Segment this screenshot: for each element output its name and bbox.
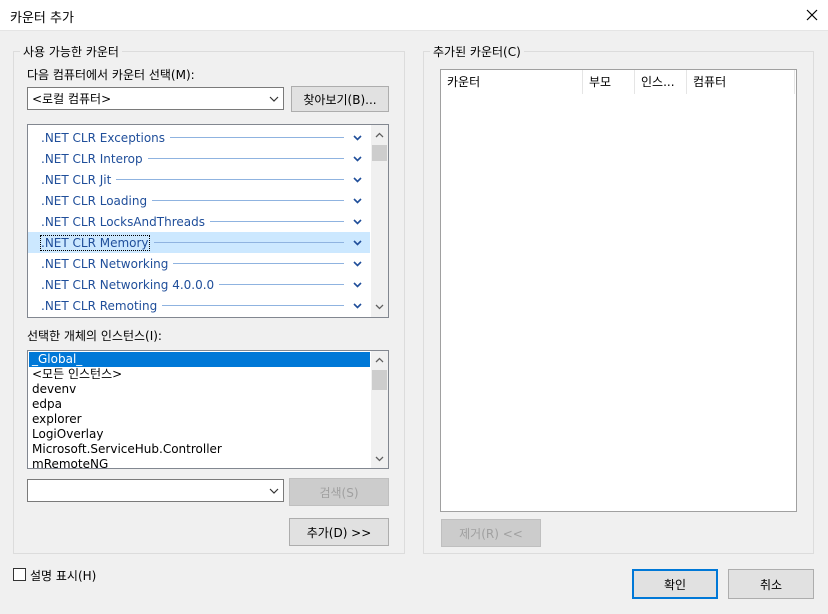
- column-header[interactable]: 부모: [583, 70, 635, 94]
- available-counters-label: 사용 가능한 카운터: [20, 43, 122, 60]
- divider: [170, 137, 344, 138]
- instance-item[interactable]: explorer: [29, 412, 370, 427]
- scroll-up-arrow-icon[interactable]: [375, 132, 384, 138]
- chevron-down-icon: [352, 155, 362, 162]
- remove-button[interactable]: 제거(R) <<: [441, 519, 541, 547]
- chevron-down-icon: [352, 302, 362, 309]
- chevron-down-icon: [352, 218, 362, 225]
- cancel-button[interactable]: 취소: [728, 569, 814, 599]
- counter-object-item[interactable]: .NET CLR Exceptions: [28, 127, 370, 148]
- expand-chevron-button[interactable]: [350, 281, 364, 288]
- computer-select-label: 다음 컴퓨터에서 카운터 선택(M):: [27, 68, 195, 82]
- object-list-scrollbar[interactable]: [371, 125, 388, 317]
- computer-combobox[interactable]: <로컬 컴퓨터>: [27, 87, 284, 110]
- counter-object-item[interactable]: .NET CLR Memory: [28, 232, 370, 253]
- counter-object-item[interactable]: .NET CLR Loading: [28, 190, 370, 211]
- counter-object-label: .NET CLR Interop: [41, 151, 143, 166]
- instance-item[interactable]: LogiOverlay: [29, 427, 370, 442]
- chevron-down-icon: [352, 260, 362, 267]
- instances-label: 선택한 개체의 인스턴스(I):: [27, 329, 162, 343]
- chevron-down-icon: [352, 134, 362, 141]
- scroll-up-arrow-icon[interactable]: [375, 357, 384, 363]
- show-description-label[interactable]: 설명 표시(H): [30, 567, 96, 584]
- divider: [152, 200, 344, 201]
- scroll-thumb[interactable]: [372, 370, 387, 390]
- counter-object-item[interactable]: .NET CLR Networking: [28, 253, 370, 274]
- search-button[interactable]: 검색(S): [289, 478, 389, 506]
- expand-chevron-button[interactable]: [350, 239, 364, 246]
- expand-chevron-button[interactable]: [350, 218, 364, 225]
- expand-chevron-button[interactable]: [350, 302, 364, 309]
- expand-chevron-button[interactable]: [350, 260, 364, 267]
- counter-object-label: .NET CLR LocksAndThreads: [41, 214, 205, 229]
- instance-item[interactable]: edpa: [29, 397, 370, 412]
- instance-item[interactable]: _Global_: [29, 352, 370, 367]
- title-bar: 카운터 추가: [0, 0, 828, 31]
- instance-item[interactable]: devenv: [29, 382, 370, 397]
- scroll-down-arrow-icon[interactable]: [375, 304, 384, 310]
- counter-object-item[interactable]: .NET CLR Remoting: [28, 295, 370, 316]
- counter-object-label: .NET CLR Loading: [41, 193, 148, 208]
- divider: [173, 263, 344, 264]
- counter-object-item[interactable]: .NET CLR Networking 4.0.0.0: [28, 274, 370, 295]
- counter-object-label: .NET CLR Networking: [41, 256, 169, 271]
- column-header[interactable]: 인스...: [635, 70, 687, 94]
- chevron-down-icon: [269, 96, 279, 102]
- browse-button[interactable]: 찾아보기(B)...: [291, 86, 389, 112]
- window-title: 카운터 추가: [10, 11, 74, 26]
- counter-object-item[interactable]: .NET CLR Interop: [28, 148, 370, 169]
- counter-object-item[interactable]: .NET CLR Jit: [28, 169, 370, 190]
- show-description-checkbox[interactable]: [13, 568, 26, 581]
- column-header[interactable]: 카운터: [441, 70, 583, 94]
- counter-object-label: .NET CLR Exceptions: [41, 130, 166, 145]
- instance-item[interactable]: mRemoteNG: [29, 457, 370, 468]
- counter-object-label: .NET CLR Jit: [41, 172, 112, 187]
- divider: [147, 158, 344, 159]
- column-header[interactable]: 컴퓨터: [687, 70, 795, 94]
- counter-object-label: .NET CLR Memory: [40, 234, 150, 251]
- instance-item[interactable]: Microsoft.ServiceHub.Controller: [29, 442, 370, 457]
- counter-object-label: .NET CLR Remoting: [41, 298, 158, 313]
- expand-chevron-button[interactable]: [350, 155, 364, 162]
- scroll-down-arrow-icon[interactable]: [375, 456, 384, 462]
- chevron-down-icon: [352, 197, 362, 204]
- ok-button[interactable]: 확인: [632, 569, 718, 599]
- counter-object-list[interactable]: .NET CLR Remoting .NET CLR Networking 4.0…: [27, 124, 389, 318]
- expand-chevron-button[interactable]: [350, 134, 364, 141]
- add-button[interactable]: 추가(D) >>: [289, 518, 389, 546]
- expand-chevron-button[interactable]: [350, 197, 364, 204]
- instance-list-scrollbar[interactable]: [371, 351, 388, 468]
- divider: [219, 284, 344, 285]
- column-header-row: 카운터 부모 인스... 컴퓨터: [441, 70, 796, 94]
- search-combobox[interactable]: [27, 479, 284, 502]
- chevron-down-icon: [269, 488, 279, 494]
- expand-chevron-button[interactable]: [350, 176, 364, 183]
- divider: [116, 179, 344, 180]
- chevron-down-icon: [352, 239, 362, 246]
- chevron-down-icon: [352, 176, 362, 183]
- computer-value: <로컬 컴퓨터>: [32, 92, 112, 106]
- divider: [210, 221, 344, 222]
- scroll-thumb[interactable]: [372, 145, 387, 161]
- counter-object-item[interactable]: .NET CLR LocksAndThreads: [28, 211, 370, 232]
- close-icon: [806, 9, 818, 21]
- chevron-down-icon: [352, 281, 362, 288]
- divider: [162, 305, 344, 306]
- counter-object-label: .NET CLR Networking 4.0.0.0: [41, 277, 215, 292]
- divider: [153, 242, 344, 243]
- instance-list[interactable]: mRemoteNG Microsoft.ServiceHub.Controller…: [27, 350, 389, 469]
- added-counters-label: 추가된 카운터(C): [430, 43, 524, 60]
- close-button[interactable]: [796, 0, 828, 30]
- instance-item[interactable]: <모든 인스턴스>: [29, 367, 370, 382]
- added-counters-list[interactable]: 카운터 부모 인스... 컴퓨터: [440, 69, 797, 512]
